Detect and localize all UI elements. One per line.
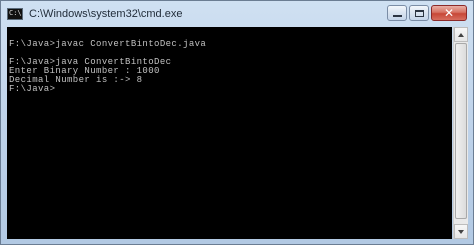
console-output[interactable]: F:\Java>javac ConvertBintoDec.java F:\Ja… <box>7 27 452 239</box>
chevron-down-icon <box>458 229 464 234</box>
maximize-icon <box>414 9 424 17</box>
minimize-icon <box>392 15 402 17</box>
close-icon: ✕ <box>443 5 455 20</box>
scroll-down-button[interactable] <box>454 224 468 239</box>
console-line: F:\Java>javac ConvertBintoDec.java <box>9 39 207 49</box>
close-button[interactable]: ✕ <box>431 5 467 21</box>
scroll-thumb[interactable] <box>455 43 467 219</box>
maximize-button[interactable] <box>409 5 429 21</box>
chevron-up-icon <box>458 32 464 37</box>
window-controls: ✕ <box>387 5 467 21</box>
window-title: C:\Windows\system32\cmd.exe <box>29 7 183 20</box>
cmd-icon-glyph: C:\ <box>9 9 22 17</box>
console-line: F:\Java> <box>9 84 56 94</box>
vertical-scrollbar[interactable] <box>453 27 468 239</box>
cmd-window: C:\ C:\Windows\system32\cmd.exe ✕ F:\Jav… <box>0 0 474 245</box>
scroll-up-button[interactable] <box>454 27 468 42</box>
cmd-app-icon[interactable]: C:\ <box>7 7 23 20</box>
title-bar[interactable]: C:\ C:\Windows\system32\cmd.exe ✕ <box>1 1 473 26</box>
console-line: Decimal Number is :-> 8 <box>9 75 143 85</box>
minimize-button[interactable] <box>387 5 407 21</box>
